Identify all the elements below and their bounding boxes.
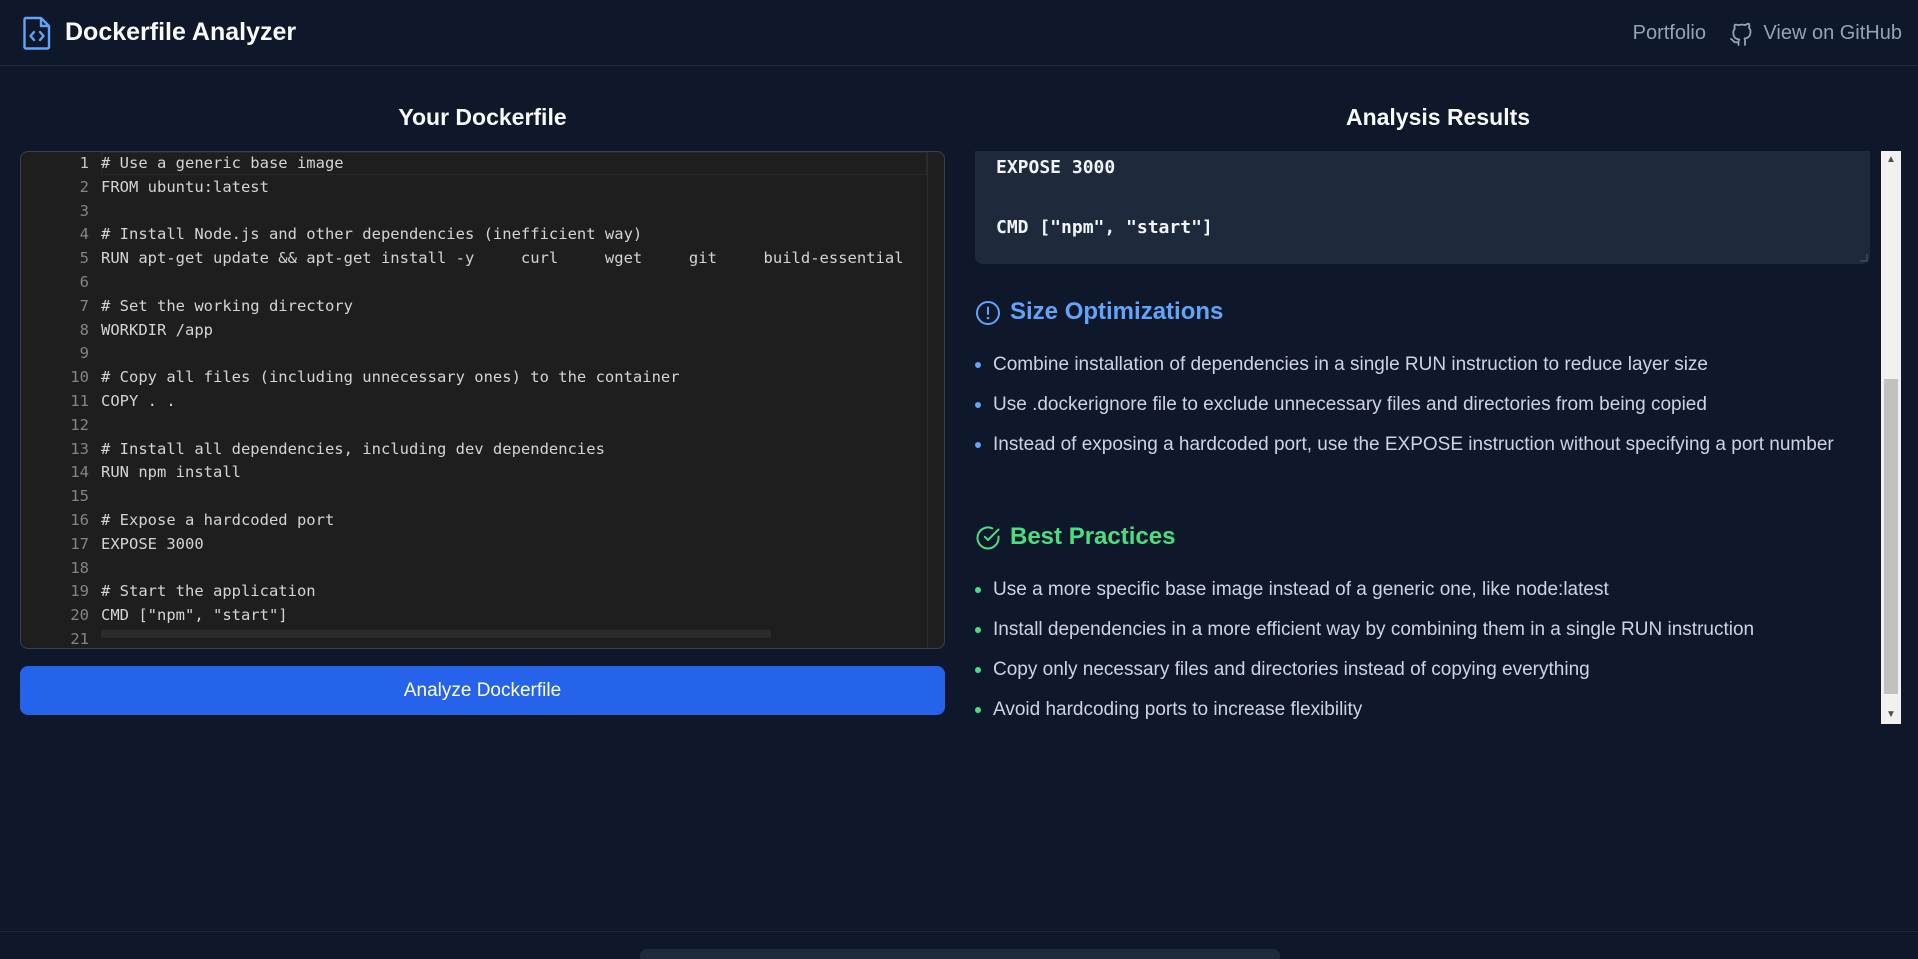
results-scrollbar[interactable]: ▲ ▼ [1881, 151, 1901, 724]
bullet-dot [975, 402, 981, 408]
size-optimizations-title: Size Optimizations [1010, 298, 1224, 325]
line-number: 3 [79, 201, 89, 220]
resize-handle[interactable] [1860, 254, 1868, 262]
line-number: 6 [79, 273, 89, 291]
line-number: 20 [70, 606, 89, 625]
footer-divider [0, 931, 1918, 932]
best-practices-title: Best Practices [1010, 523, 1176, 550]
code-line: # Install Node.js and other dependencies… [101, 225, 643, 244]
list-item: Use .dockerignore file to exclude unnece… [993, 394, 1707, 415]
analyze-button[interactable]: Analyze Dockerfile [20, 666, 945, 715]
code-line: # Expose a hardcoded port [101, 511, 335, 529]
code-line: COPY . . [101, 392, 176, 410]
code-line: CMD ["npm", "start"] [101, 606, 288, 625]
list-item: Install dependencies in a more efficient… [993, 619, 1755, 640]
line-number: 5 [79, 249, 89, 268]
bullet-dot [975, 627, 981, 633]
list-item: Combine installation of dependencies in … [993, 354, 1708, 375]
list-item: Copy only necessary files and directorie… [993, 659, 1590, 680]
bullet-dot [975, 707, 981, 713]
scrollbar-thumb[interactable] [1884, 379, 1898, 694]
github-icon [1730, 22, 1752, 46]
alert-circle-icon [976, 301, 1000, 325]
line-number: 15 [70, 487, 89, 506]
line-number: 13 [70, 439, 89, 458]
code-line: # Copy all files (including unnecessary … [101, 368, 680, 387]
line-number: 9 [79, 344, 89, 363]
list-item: Instead of exposing a hardcoded port, us… [993, 434, 1834, 455]
line-number: 10 [70, 368, 89, 387]
footer-bar [640, 949, 1280, 959]
results-title: Analysis Results [1345, 104, 1531, 130]
line-number: 16 [70, 511, 89, 529]
editor-vertical-scrollbar[interactable] [927, 152, 944, 648]
line-number: 14 [70, 463, 89, 482]
line-number-gutter: 1 2 3 4 5 6 7 8 9 10 11 12 13 14 15 16 17 18 19 20 21 [21, 152, 91, 648]
line-number: 21 [70, 630, 89, 648]
results-panel[interactable]: EXPOSE 3000 CMD ["npm", "start"] Size Op… [975, 151, 1901, 724]
line-number: 4 [79, 225, 89, 244]
line-number: 11 [70, 392, 89, 410]
code-line: CMD ["npm", "start"] [996, 217, 1213, 238]
app-title: Dockerfile Analyzer [65, 18, 297, 46]
dockerfile-editor[interactable]: 1 2 3 4 5 6 7 8 9 10 11 12 13 14 15 16 17 18 19 20 21 # Use … [20, 151, 945, 649]
check-circle-icon [976, 526, 1000, 550]
code-line: # Set the working directory [101, 296, 353, 315]
code-line: EXPOSE 3000 [996, 157, 1116, 178]
line-number: 2 [79, 177, 89, 196]
line-number: 19 [70, 582, 89, 601]
scroll-down-icon[interactable]: ▼ [1881, 706, 1901, 724]
scroll-up-icon[interactable]: ▲ [1881, 151, 1901, 169]
list-item: Avoid hardcoding ports to increase flexi… [993, 699, 1363, 720]
code-line: FROM ubuntu:latest [101, 177, 269, 196]
code-line: RUN npm install [101, 463, 241, 482]
line-number: 7 [79, 296, 89, 315]
code-line: # Start the application [101, 582, 316, 601]
file-code-icon [23, 16, 51, 50]
code-line: WORKDIR /app [101, 320, 213, 339]
code-line: RUN apt-get update && apt-get install -y… [101, 249, 904, 268]
optimized-dockerfile-code: EXPOSE 3000 CMD ["npm", "start"] [975, 151, 1870, 264]
code-line: EXPOSE 3000 [101, 534, 204, 553]
line-number: 18 [70, 558, 89, 577]
bullet-dot [975, 442, 981, 448]
code-line: # Install all dependencies, including de… [101, 439, 605, 458]
editor-horizontal-scrollbar[interactable] [101, 630, 771, 638]
bullet-dot [975, 362, 981, 368]
line-number: 8 [79, 320, 89, 339]
line-number: 17 [70, 534, 89, 553]
editor-title: Your Dockerfile [398, 104, 567, 130]
nav-github-link[interactable]: View on GitHub [1729, 20, 1902, 46]
bullet-dot [975, 587, 981, 593]
app-header: Dockerfile Analyzer Portfolio View on Gi… [0, 0, 1918, 66]
nav-github-label: View on GitHub [1763, 21, 1902, 44]
line-number: 12 [70, 415, 89, 434]
list-item: Use a more specific base image instead o… [993, 579, 1609, 600]
line-number: 1 [79, 154, 89, 172]
code-line: # Use a generic base image [101, 154, 344, 172]
bullet-dot [975, 667, 981, 673]
nav-portfolio-link[interactable]: Portfolio [1633, 22, 1706, 45]
